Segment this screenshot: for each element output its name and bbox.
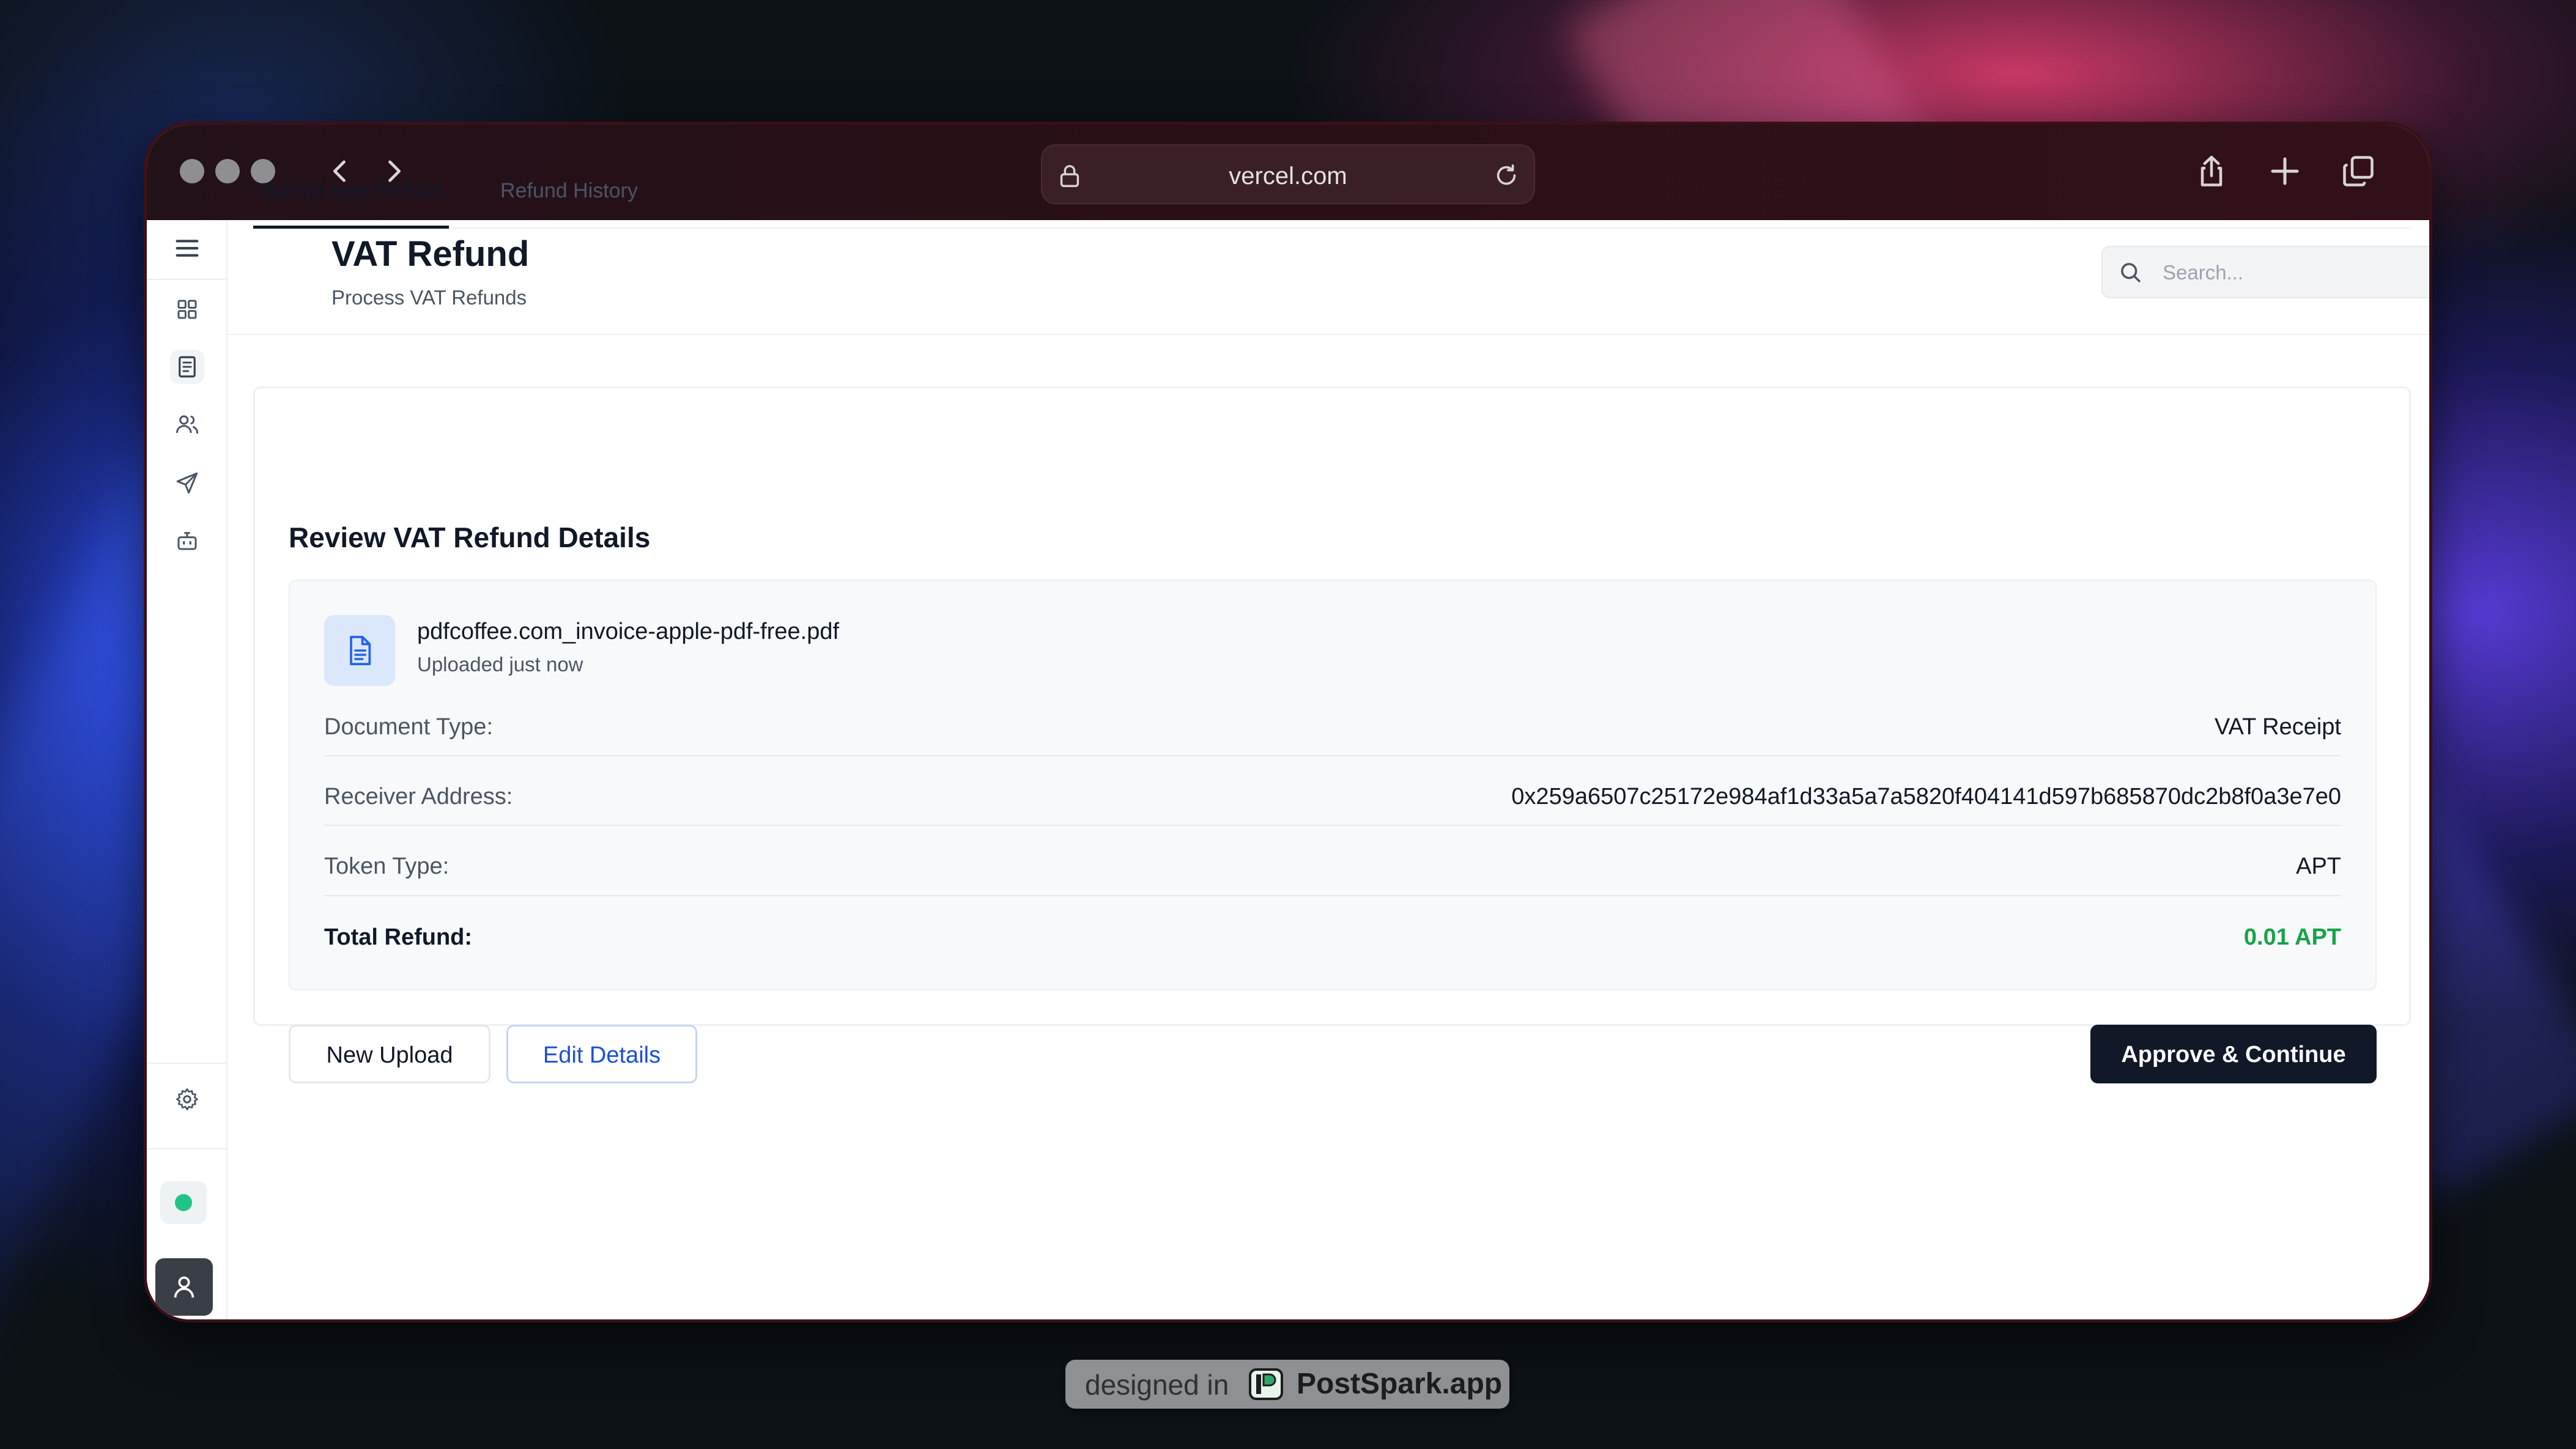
- file-name: pdfcoffee.com_invoice-apple-pdf-free.pdf: [417, 619, 840, 644]
- bot-icon[interactable]: [170, 523, 204, 558]
- page-subtitle: Process VAT Refunds: [331, 286, 527, 309]
- review-card-title: Review VAT Refund Details: [289, 522, 651, 553]
- users-icon[interactable]: [170, 407, 204, 441]
- send-icon[interactable]: [170, 466, 204, 500]
- row-divider: [324, 895, 2341, 896]
- online-status-dot: [175, 1194, 192, 1211]
- document-icon: [350, 635, 371, 666]
- total-refund-value: 0.01 APT: [2243, 924, 2341, 950]
- badge-prefix: designed in: [1085, 1369, 1229, 1401]
- sidebar-divider: [147, 279, 228, 280]
- tab-refund-history[interactable]: Refund History: [500, 160, 653, 226]
- file-thumbnail: [324, 615, 395, 686]
- page-header: [228, 220, 2429, 335]
- sidebar: [147, 220, 228, 1319]
- gear-icon[interactable]: [170, 1082, 204, 1116]
- file-upload-status: Uploaded just now: [417, 653, 583, 676]
- detail-label: Token Type:: [324, 854, 450, 879]
- row-divider: [324, 825, 2341, 826]
- detail-value: APT: [2296, 854, 2341, 879]
- search-box[interactable]: [2101, 246, 2429, 298]
- minimize-window-button[interactable]: [215, 159, 240, 183]
- postspark-badge: designed in PostSpark.app: [1065, 1360, 1509, 1409]
- edit-details-button[interactable]: Edit Details: [506, 1025, 697, 1083]
- page-title: VAT Refund: [331, 234, 530, 274]
- tab-submit-new-refund[interactable]: Submit New Refund: [253, 160, 449, 229]
- detail-label: Document Type:: [324, 714, 494, 740]
- search-input[interactable]: [2161, 247, 2429, 298]
- detail-row-total-refund: Total Refund: 0.01 APT: [324, 924, 2341, 995]
- detail-row-token-type: Token Type: APT: [324, 854, 2341, 924]
- sidebar-divider: [147, 1148, 228, 1149]
- receipt-icon[interactable]: [170, 350, 204, 384]
- sidebar-divider: [147, 1063, 228, 1064]
- detail-row-document-type: Document Type: VAT Receipt: [324, 714, 2341, 784]
- user-avatar-button[interactable]: [155, 1258, 213, 1316]
- status-indicator: [160, 1181, 207, 1224]
- user-icon: [174, 1276, 194, 1298]
- detail-label: Receiver Address:: [324, 784, 513, 809]
- badge-brand: PostSpark.app: [1297, 1368, 1503, 1400]
- hamburger-menu-icon[interactable]: [170, 231, 204, 265]
- detail-value: 0x259a6507c25172e984af1d33a5a7a5820f4041…: [1511, 784, 2341, 809]
- approve-continue-button[interactable]: Approve & Continue: [2090, 1025, 2377, 1083]
- grid-icon[interactable]: [170, 292, 204, 326]
- postspark-logo-icon: [1249, 1368, 1283, 1400]
- detail-label: Total Refund:: [324, 924, 473, 950]
- close-window-button[interactable]: [180, 159, 204, 183]
- tab-bar: Submit New Refund Refund History: [253, 160, 2411, 229]
- new-upload-button[interactable]: New Upload: [289, 1025, 490, 1083]
- search-icon: [2121, 263, 2141, 282]
- detail-value: VAT Receipt: [2215, 714, 2341, 740]
- row-divider: [324, 755, 2341, 756]
- detail-row-receiver-address: Receiver Address: 0x259a6507c25172e984af…: [324, 784, 2341, 854]
